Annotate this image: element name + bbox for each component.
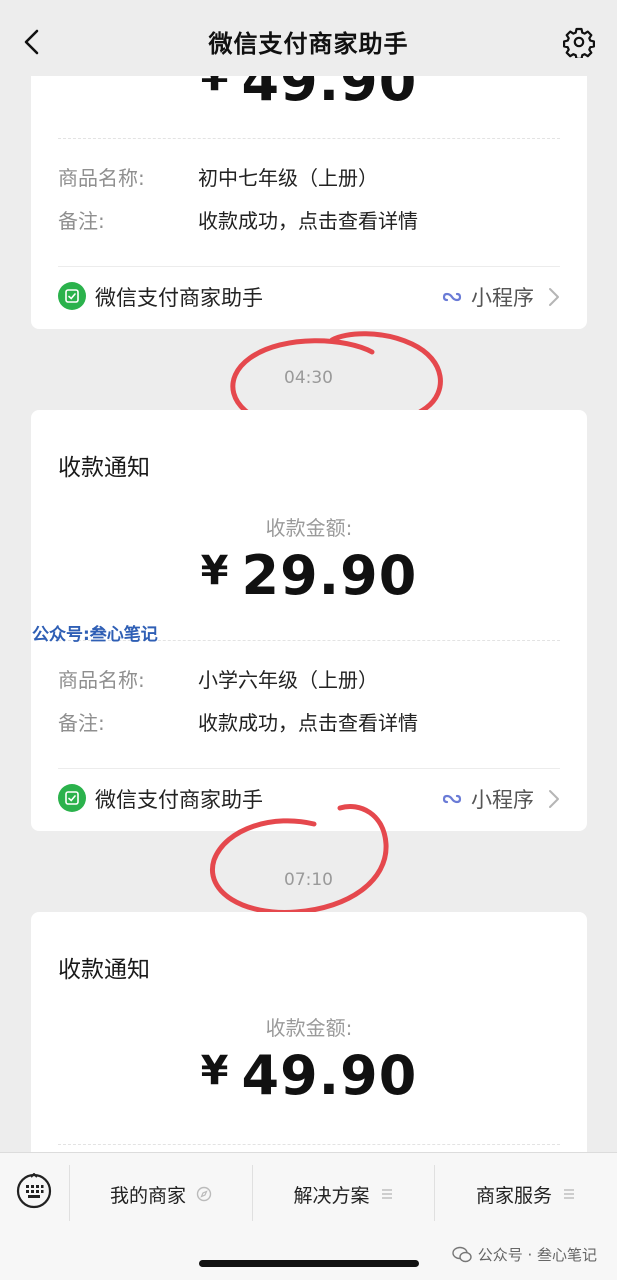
note-row: 备注: 收款成功，点击查看详情: [58, 205, 560, 235]
chat-page: 微信支付商家助手 ¥49.90 商品名称: 初中七年级（上册） 备注: 收款成功…: [0, 0, 617, 1280]
compass-icon: [196, 1186, 212, 1202]
settings-button[interactable]: [561, 24, 597, 60]
card-title: 收款通知: [58, 957, 150, 983]
currency-symbol: ¥: [200, 548, 230, 594]
product-value: 初中七年级（上册）: [198, 166, 378, 190]
brand-name: 微信支付商家助手: [95, 286, 263, 310]
product-label: 商品名称:: [58, 166, 145, 190]
keyboard-toggle-button[interactable]: [16, 1172, 52, 1209]
chevron-right-icon: [549, 790, 559, 808]
mini-program-label: 小程序: [471, 788, 534, 812]
payment-amount: ¥49.90: [31, 1044, 587, 1107]
divider: [58, 1144, 560, 1145]
message-timestamp: 07:10: [284, 870, 333, 890]
mini-program-icon: [442, 292, 462, 302]
menu-merchant-services[interactable]: 商家服务: [435, 1165, 617, 1223]
amount-label: 收款金额:: [265, 516, 353, 540]
note-value: 收款成功，点击查看详情: [198, 711, 418, 735]
menu-icon: [564, 1189, 574, 1199]
mini-program-link[interactable]: 微信支付商家助手 小程序: [58, 276, 560, 316]
mini-program-label: 小程序: [471, 286, 534, 310]
brand-name: 微信支付商家助手: [95, 788, 263, 812]
menu-label: 解决方案: [293, 1184, 370, 1207]
amount-value: 49.90: [241, 1044, 418, 1107]
footer-watermark-text: 公众号 · 叁心笔记: [477, 1246, 597, 1264]
mini-program-tag: 小程序: [441, 282, 560, 312]
note-label: 备注:: [58, 209, 105, 233]
gear-icon: [563, 27, 595, 58]
footer-watermark: 公众号 · 叁心笔记: [451, 1244, 597, 1265]
menu-icon: [381, 1189, 392, 1199]
top-navigation-bar: 微信支付商家助手: [0, 0, 617, 76]
payment-card[interactable]: ¥49.90 商品名称: 初中七年级（上册） 备注: 收款成功，点击查看详情 微…: [31, 40, 587, 329]
menu-label: 我的商家: [109, 1184, 186, 1207]
mini-program-link[interactable]: 微信支付商家助手 小程序: [58, 778, 560, 818]
wechat-pay-merchant-icon: [58, 282, 86, 310]
product-label: 商品名称:: [58, 668, 145, 692]
note-label: 备注:: [58, 711, 105, 735]
currency-symbol: ¥: [200, 1048, 230, 1094]
home-indicator[interactable]: [199, 1260, 419, 1267]
payment-card[interactable]: 收款通知 收款金额: ¥49.90: [31, 912, 587, 1172]
amount-label: 收款金额:: [265, 1016, 353, 1040]
divider: [58, 266, 560, 267]
product-value: 小学六年级（上册）: [198, 668, 378, 692]
wechat-icon: [451, 1246, 472, 1262]
menu-label: 商家服务: [475, 1184, 552, 1207]
product-row: 商品名称: 小学六年级（上册）: [58, 664, 560, 694]
divider: [58, 138, 560, 139]
mini-program-tag: 小程序: [441, 784, 560, 814]
payment-amount: ¥29.90: [31, 544, 587, 607]
product-row: 商品名称: 初中七年级（上册）: [58, 162, 560, 192]
amount-value: 29.90: [241, 544, 418, 607]
mini-program-icon: [442, 794, 462, 804]
menu-solutions[interactable]: 解决方案: [253, 1165, 434, 1223]
watermark-text: 公众号:叁心笔记: [32, 625, 158, 645]
keyboard-icon: [16, 1172, 52, 1209]
menu-my-merchants[interactable]: 我的商家: [70, 1165, 252, 1223]
wechat-pay-merchant-icon: [58, 784, 86, 812]
chevron-right-icon: [549, 288, 559, 306]
card-title: 收款通知: [58, 455, 150, 481]
note-value: 收款成功，点击查看详情: [198, 209, 418, 233]
page-title: 微信支付商家助手: [208, 30, 409, 58]
note-row: 备注: 收款成功，点击查看详情: [58, 707, 560, 737]
divider: [58, 768, 560, 769]
message-timestamp: 04:30: [284, 368, 333, 388]
